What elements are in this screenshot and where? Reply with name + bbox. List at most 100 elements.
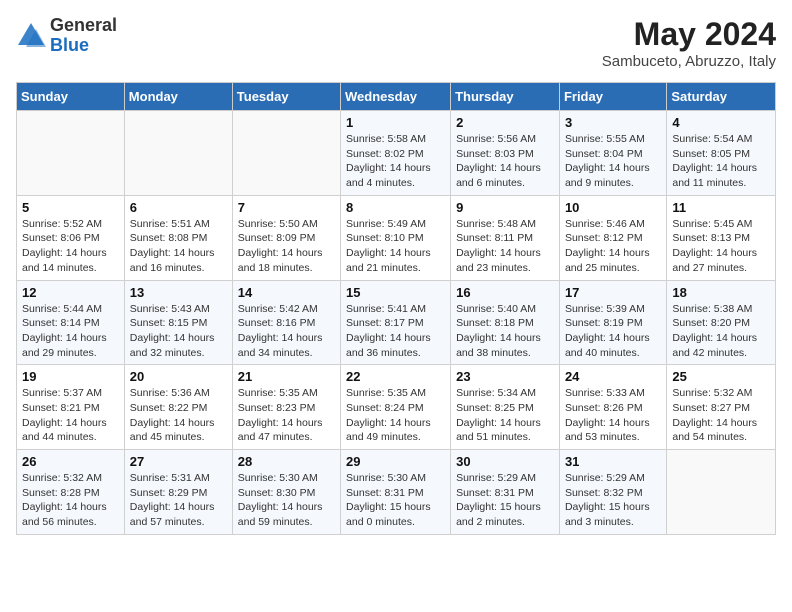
calendar-cell [17, 111, 125, 196]
calendar-header-friday: Friday [559, 83, 666, 111]
day-info: Sunrise: 5:29 AM Sunset: 8:32 PM Dayligh… [565, 471, 661, 530]
calendar-cell: 2 Sunrise: 5:56 AM Sunset: 8:03 PM Daylig… [451, 111, 560, 196]
calendar-week-row: 1 Sunrise: 5:58 AM Sunset: 8:02 PM Daylig… [17, 111, 776, 196]
day-number: 16 [456, 285, 554, 300]
calendar-cell: 3Sunrise: 5:55 AM Sunset: 8:04 PM Daylig… [559, 111, 666, 196]
calendar-cell: 15 Sunrise: 5:41 AM Sunset: 8:17 PM Dayli… [341, 280, 451, 365]
day-number: 29 [346, 454, 445, 469]
calendar-cell [232, 111, 340, 196]
day-info: Sunrise: 5:32 AM Sunset: 8:27 PM Dayligh… [672, 386, 770, 445]
day-number: 6 [130, 200, 227, 215]
calendar-cell: 17Sunrise: 5:39 AM Sunset: 8:19 PM Dayli… [559, 280, 666, 365]
calendar-cell: 26Sunrise: 5:32 AM Sunset: 8:28 PM Dayli… [17, 450, 125, 535]
day-number: 28 [238, 454, 335, 469]
day-number: 15 [346, 285, 445, 300]
day-info: Sunrise: 5:51 AM Sunset: 8:08 PM Dayligh… [130, 217, 227, 276]
calendar-cell: 9 Sunrise: 5:48 AM Sunset: 8:11 PM Daylig… [451, 195, 560, 280]
day-number: 9 [456, 200, 554, 215]
day-info: Sunrise: 5:58 AM Sunset: 8:02 PM Dayligh… [346, 132, 445, 191]
calendar-header-row: SundayMondayTuesdayWednesdayThursdayFrid… [17, 83, 776, 111]
day-number: 11 [672, 200, 770, 215]
calendar-header-wednesday: Wednesday [341, 83, 451, 111]
day-info: Sunrise: 5:29 AM Sunset: 8:31 PM Dayligh… [456, 471, 554, 530]
day-number: 22 [346, 369, 445, 384]
day-info: Sunrise: 5:30 AM Sunset: 8:30 PM Dayligh… [238, 471, 335, 530]
day-info: Sunrise: 5:55 AM Sunset: 8:04 PM Dayligh… [565, 132, 661, 191]
day-number: 30 [456, 454, 554, 469]
calendar-header-tuesday: Tuesday [232, 83, 340, 111]
calendar-cell: 30 Sunrise: 5:29 AM Sunset: 8:31 PM Dayli… [451, 450, 560, 535]
calendar-cell: 8Sunrise: 5:49 AM Sunset: 8:10 PM Daylig… [341, 195, 451, 280]
calendar-cell: 31 Sunrise: 5:29 AM Sunset: 8:32 PM Dayli… [559, 450, 666, 535]
logo-blue-text: Blue [50, 36, 117, 56]
day-info: Sunrise: 5:44 AM Sunset: 8:14 PM Dayligh… [22, 302, 119, 361]
day-info: Sunrise: 5:50 AM Sunset: 8:09 PM Dayligh… [238, 217, 335, 276]
calendar-cell: 16 Sunrise: 5:40 AM Sunset: 8:18 PM Dayli… [451, 280, 560, 365]
page-header: General Blue May 2024 Sambuceto, Abruzzo… [16, 16, 776, 70]
day-number: 1 [346, 115, 445, 130]
logo: General Blue [16, 16, 117, 56]
calendar-cell: 27 Sunrise: 5:31 AM Sunset: 8:29 PM Dayli… [124, 450, 232, 535]
calendar-week-row: 5Sunrise: 5:52 AM Sunset: 8:06 PM Daylig… [17, 195, 776, 280]
day-number: 13 [130, 285, 227, 300]
day-number: 10 [565, 200, 661, 215]
calendar-cell: 24 Sunrise: 5:33 AM Sunset: 8:26 PM Dayli… [559, 365, 666, 450]
day-info: Sunrise: 5:43 AM Sunset: 8:15 PM Dayligh… [130, 302, 227, 361]
month-year-title: May 2024 [602, 16, 776, 53]
calendar-cell: 23 Sunrise: 5:34 AM Sunset: 8:25 PM Dayli… [451, 365, 560, 450]
day-info: Sunrise: 5:48 AM Sunset: 8:11 PM Dayligh… [456, 217, 554, 276]
day-info: Sunrise: 5:56 AM Sunset: 8:03 PM Dayligh… [456, 132, 554, 191]
calendar-cell: 12 Sunrise: 5:44 AM Sunset: 8:14 PM Dayli… [17, 280, 125, 365]
day-info: Sunrise: 5:38 AM Sunset: 8:20 PM Dayligh… [672, 302, 770, 361]
day-number: 27 [130, 454, 227, 469]
day-number: 8 [346, 200, 445, 215]
day-number: 19 [22, 369, 119, 384]
day-number: 5 [22, 200, 119, 215]
day-info: Sunrise: 5:39 AM Sunset: 8:19 PM Dayligh… [565, 302, 661, 361]
day-info: Sunrise: 5:34 AM Sunset: 8:25 PM Dayligh… [456, 386, 554, 445]
calendar-header-saturday: Saturday [667, 83, 776, 111]
day-number: 18 [672, 285, 770, 300]
day-info: Sunrise: 5:30 AM Sunset: 8:31 PM Dayligh… [346, 471, 445, 530]
calendar-cell [667, 450, 776, 535]
day-info: Sunrise: 5:42 AM Sunset: 8:16 PM Dayligh… [238, 302, 335, 361]
day-number: 23 [456, 369, 554, 384]
calendar-week-row: 26Sunrise: 5:32 AM Sunset: 8:28 PM Dayli… [17, 450, 776, 535]
day-info: Sunrise: 5:54 AM Sunset: 8:05 PM Dayligh… [672, 132, 770, 191]
day-info: Sunrise: 5:41 AM Sunset: 8:17 PM Dayligh… [346, 302, 445, 361]
calendar-cell: 29 Sunrise: 5:30 AM Sunset: 8:31 PM Dayli… [341, 450, 451, 535]
day-info: Sunrise: 5:31 AM Sunset: 8:29 PM Dayligh… [130, 471, 227, 530]
calendar-cell: 22 Sunrise: 5:35 AM Sunset: 8:24 PM Dayli… [341, 365, 451, 450]
day-info: Sunrise: 5:33 AM Sunset: 8:26 PM Dayligh… [565, 386, 661, 445]
calendar-week-row: 12 Sunrise: 5:44 AM Sunset: 8:14 PM Dayli… [17, 280, 776, 365]
calendar-cell: 1 Sunrise: 5:58 AM Sunset: 8:02 PM Daylig… [341, 111, 451, 196]
day-info: Sunrise: 5:35 AM Sunset: 8:23 PM Dayligh… [238, 386, 335, 445]
calendar-cell: 6 Sunrise: 5:51 AM Sunset: 8:08 PM Daylig… [124, 195, 232, 280]
day-number: 2 [456, 115, 554, 130]
day-number: 4 [672, 115, 770, 130]
calendar-week-row: 19Sunrise: 5:37 AM Sunset: 8:21 PM Dayli… [17, 365, 776, 450]
day-number: 31 [565, 454, 661, 469]
day-info: Sunrise: 5:46 AM Sunset: 8:12 PM Dayligh… [565, 217, 661, 276]
calendar-cell: 10 Sunrise: 5:46 AM Sunset: 8:12 PM Dayli… [559, 195, 666, 280]
calendar-cell: 25Sunrise: 5:32 AM Sunset: 8:27 PM Dayli… [667, 365, 776, 450]
day-info: Sunrise: 5:32 AM Sunset: 8:28 PM Dayligh… [22, 471, 119, 530]
title-block: May 2024 Sambuceto, Abruzzo, Italy [602, 16, 776, 70]
day-number: 20 [130, 369, 227, 384]
day-info: Sunrise: 5:45 AM Sunset: 8:13 PM Dayligh… [672, 217, 770, 276]
calendar-cell: 5Sunrise: 5:52 AM Sunset: 8:06 PM Daylig… [17, 195, 125, 280]
calendar-table: SundayMondayTuesdayWednesdayThursdayFrid… [16, 82, 776, 535]
day-number: 24 [565, 369, 661, 384]
day-info: Sunrise: 5:40 AM Sunset: 8:18 PM Dayligh… [456, 302, 554, 361]
day-number: 7 [238, 200, 335, 215]
calendar-header-monday: Monday [124, 83, 232, 111]
day-number: 12 [22, 285, 119, 300]
calendar-cell: 21Sunrise: 5:35 AM Sunset: 8:23 PM Dayli… [232, 365, 340, 450]
calendar-cell: 11 Sunrise: 5:45 AM Sunset: 8:13 PM Dayli… [667, 195, 776, 280]
calendar-cell: 4 Sunrise: 5:54 AM Sunset: 8:05 PM Daylig… [667, 111, 776, 196]
calendar-cell: 28 Sunrise: 5:30 AM Sunset: 8:30 PM Dayli… [232, 450, 340, 535]
calendar-cell: 20Sunrise: 5:36 AM Sunset: 8:22 PM Dayli… [124, 365, 232, 450]
location-subtitle: Sambuceto, Abruzzo, Italy [602, 53, 776, 70]
day-info: Sunrise: 5:35 AM Sunset: 8:24 PM Dayligh… [346, 386, 445, 445]
calendar-cell: 13 Sunrise: 5:43 AM Sunset: 8:15 PM Dayli… [124, 280, 232, 365]
